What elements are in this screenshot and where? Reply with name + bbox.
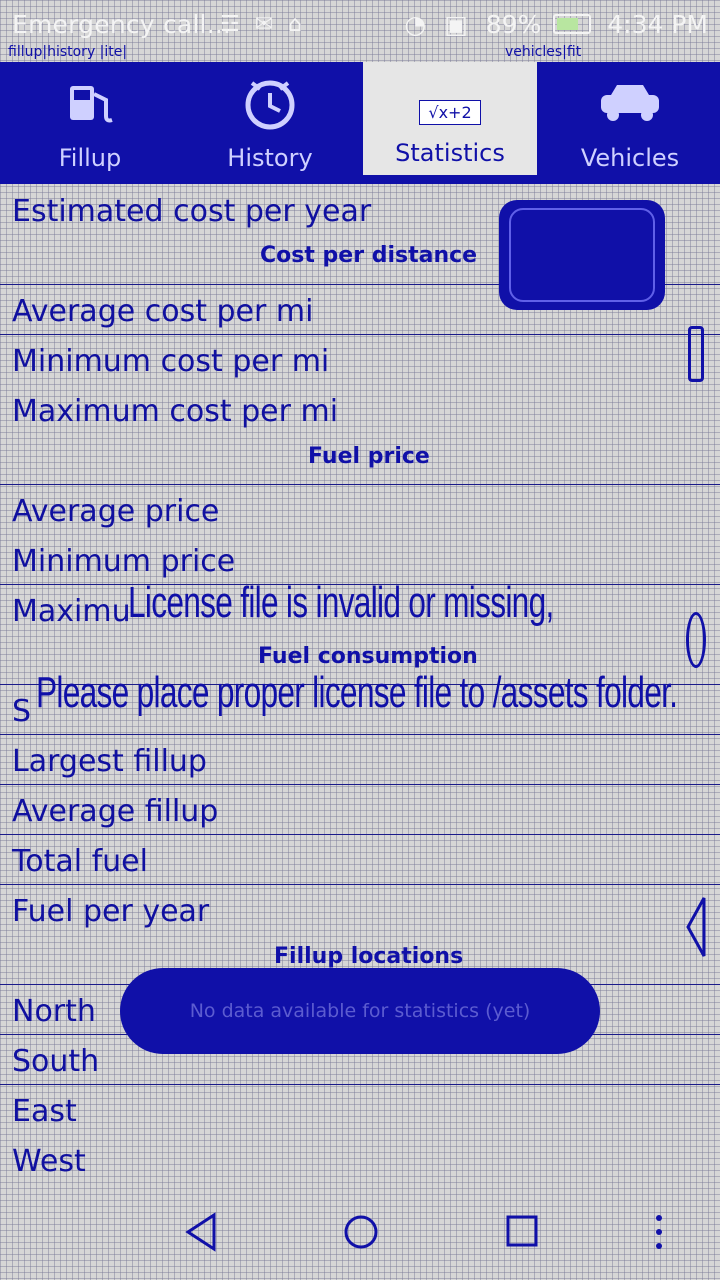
clock-time: 4:34 PM — [607, 10, 708, 39]
formula-icon: √x+2 — [419, 62, 481, 139]
car-icon — [595, 62, 665, 144]
home-icon[interactable] — [343, 1214, 379, 1254]
avg-cost-row: Average cost per mi — [12, 294, 314, 329]
total-fuel-row: Total fuel — [12, 844, 148, 879]
toast-text: No data available for statistics (yet) — [189, 1000, 531, 1022]
divider — [0, 834, 720, 835]
divider — [0, 784, 720, 785]
east-row: East — [12, 1094, 77, 1129]
min-price-row: Minimum price — [12, 544, 236, 579]
north-row: North — [12, 994, 96, 1029]
max-price-row: Maximu — [12, 594, 131, 629]
south-row: South — [12, 1044, 100, 1079]
section-fillup-locations: Fillup locations — [274, 944, 464, 969]
tab-statistics[interactable]: √x+2 Statistics — [360, 62, 540, 178]
section-fuel-price: Fuel price — [308, 444, 430, 469]
section-cost-per-distance: Cost per distance — [260, 243, 478, 268]
floating-widget-frame — [509, 208, 655, 302]
largest-fillup-row: Largest fillup — [12, 744, 207, 779]
tab-indicator-strip — [0, 178, 720, 184]
tab-statistics-label: Statistics — [395, 139, 505, 167]
west-row: West — [12, 1144, 86, 1179]
min-cost-row: Minimum cost per mi — [12, 344, 330, 379]
battery-icon — [553, 14, 592, 34]
toast-message: No data available for statistics (yet) — [120, 968, 600, 1054]
section-fuel-consumption: Fuel consumption — [258, 644, 478, 669]
tab-vehicles[interactable]: Vehicles — [540, 62, 720, 178]
status-icons: ☲ ✉ ⌂ — [220, 12, 302, 37]
wifi-icon: ◔ — [404, 10, 427, 39]
tab-fillup-label: Fillup — [58, 144, 122, 172]
battery-percent: 89% — [485, 10, 542, 39]
tab-vehicles-label: Vehicles — [580, 144, 680, 172]
estimated-cost-row: Estimated cost per year — [12, 194, 372, 229]
signal-icon: ☲ — [220, 12, 240, 37]
license-warning-line-1: License file is invalid or missing, — [128, 578, 554, 627]
divider — [0, 734, 720, 735]
app-strip-right: vehicles|fit — [505, 44, 582, 60]
smallest-fillup-row: S — [12, 694, 32, 729]
fuel-pump-icon — [60, 62, 120, 144]
menu-icon[interactable] — [652, 1212, 666, 1256]
nosim-icon: ▣ — [444, 10, 468, 39]
divider — [0, 1084, 720, 1085]
scroll-indicator[interactable] — [688, 326, 704, 382]
back-icon[interactable] — [184, 1212, 218, 1256]
upload-icon: ⌂ — [288, 12, 303, 37]
app-strip-left: fillup|history |ite| — [8, 44, 128, 60]
license-warning-line-2: Please place proper license file to /ass… — [36, 668, 678, 717]
status-bar: Emergency call... ☲ ✉ ⌂ ◔ ▣ 89% 4:34 PM — [0, 0, 720, 46]
carrier-text: Emergency call... — [12, 10, 232, 39]
tab-fillup[interactable]: Fillup — [0, 62, 180, 178]
tab-bar: Fillup History √x+2 Statistics Vehicles — [0, 62, 720, 178]
tab-history-label: History — [227, 144, 313, 172]
divider — [0, 334, 720, 335]
recents-icon[interactable] — [505, 1214, 539, 1252]
mail-icon: ✉ — [254, 12, 274, 37]
tab-history[interactable]: History — [180, 62, 360, 178]
divider — [0, 884, 720, 885]
average-fillup-row: Average fillup — [12, 794, 219, 829]
divider — [0, 484, 720, 485]
clock-icon — [240, 62, 300, 144]
fuel-per-year-row: Fuel per year — [12, 894, 210, 929]
max-cost-row: Maximum cost per mi — [12, 394, 339, 429]
chevron-left-icon[interactable] — [684, 896, 708, 962]
status-right: ◔ ▣ 89% 4:34 PM — [404, 10, 708, 39]
avg-price-row: Average price — [12, 494, 220, 529]
side-handle[interactable] — [686, 612, 706, 668]
